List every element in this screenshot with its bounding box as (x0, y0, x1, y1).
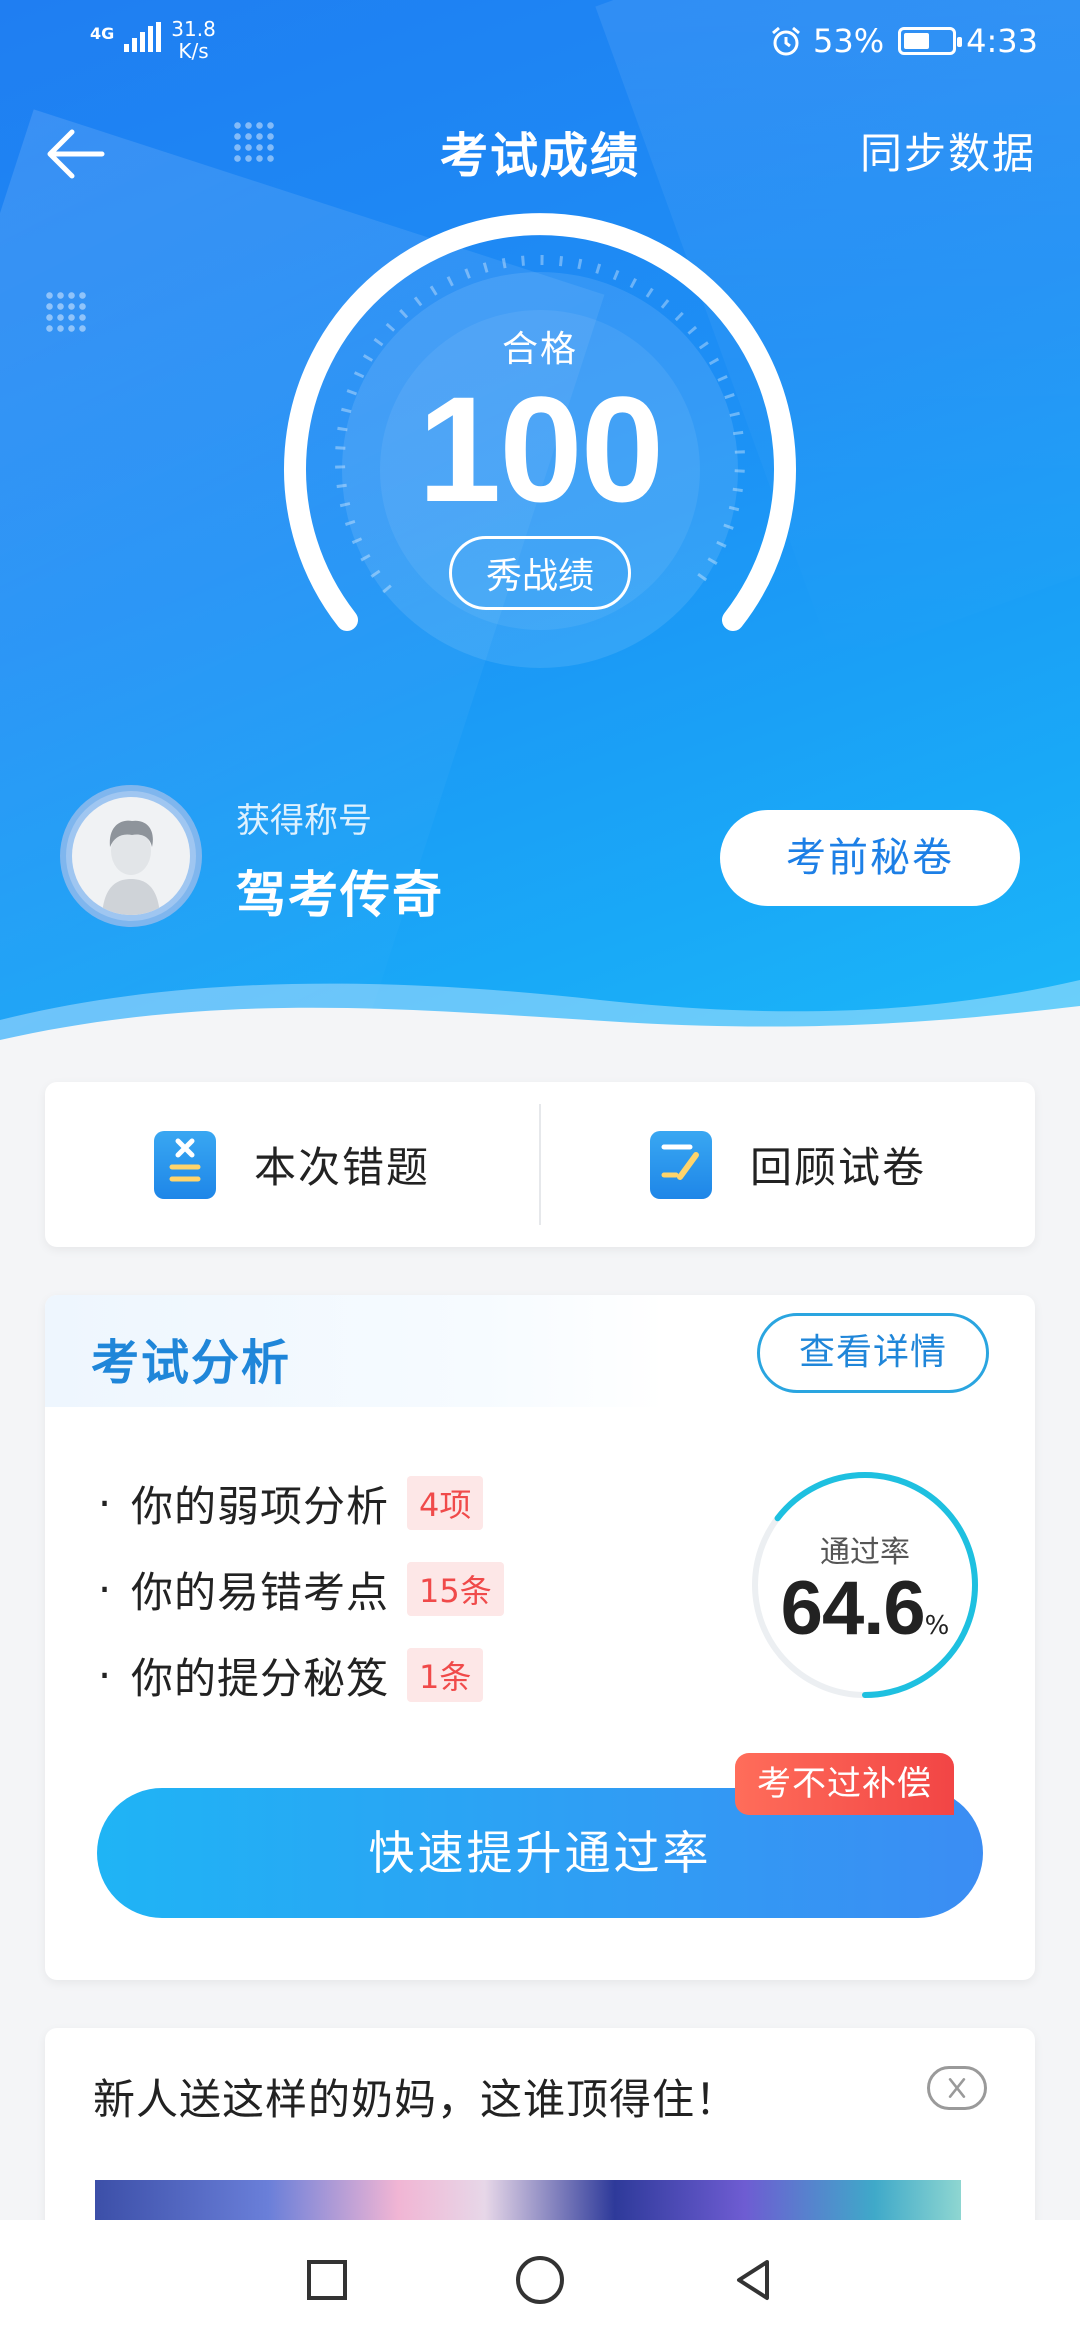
triangle-back-icon (737, 2260, 770, 2300)
ad-text: 新人送这样的奶妈，这谁顶得住！ (93, 2075, 739, 2124)
review-paper-icon (649, 1130, 712, 1199)
exam-analysis-card: 考试分析 查看详情 · 你的弱项分析 4项 · 你的易错考点 15条 · 你的提… (45, 1295, 1035, 1980)
network-type: 4G (90, 24, 115, 43)
close-ad-icon[interactable] (927, 2066, 987, 2110)
square-icon (306, 2260, 347, 2300)
recent-apps-button[interactable] (297, 2250, 357, 2310)
wrong-questions-icon (153, 1130, 216, 1199)
bullet: · (97, 1478, 113, 1528)
default-avatar-icon (102, 820, 160, 915)
wrong-questions-label: 本次错题 (253, 1143, 430, 1192)
signal-icon (124, 22, 162, 52)
analysis-list: · 你的弱项分析 4项 · 你的易错考点 15条 · 你的提分秘笈 1条 (95, 1460, 504, 1718)
pre-exam-secret-button[interactable]: 考前秘卷 (720, 810, 1020, 906)
score-value: 100 (417, 365, 664, 533)
item-label: 你的提分秘笈 (131, 1653, 390, 1703)
action-card: 本次错题 回顾试卷 (45, 1082, 1035, 1247)
item-label: 你的弱项分析 (131, 1481, 390, 1531)
list-item[interactable]: · 你的提分秘笈 1条 (95, 1632, 504, 1718)
count-badge: 15条 (407, 1562, 504, 1616)
bullet: · (97, 1650, 113, 1700)
network-speed: 31.8 K/s (171, 17, 216, 63)
share-score-button[interactable]: 秀战绩 (448, 536, 631, 610)
count-badge: 1条 (407, 1648, 484, 1702)
alarm-icon (772, 26, 800, 56)
status-bar: 4G 31.8 K/s 53% 4:33 (0, 0, 1080, 84)
dot-pattern (44, 290, 88, 334)
pass-rate-value: 64.6% (780, 1566, 950, 1651)
view-details-button[interactable]: 查看详情 (757, 1313, 989, 1393)
avatar[interactable] (60, 785, 202, 927)
top-nav: 考试成绩 同步数据 (0, 110, 1080, 190)
wrong-questions-button[interactable]: 本次错题 (45, 1082, 539, 1247)
count-badge: 4项 (407, 1476, 484, 1530)
bullet: · (97, 1564, 113, 1614)
review-paper-button[interactable]: 回顾试卷 (541, 1082, 1035, 1247)
home-button[interactable] (510, 2250, 570, 2310)
review-paper-label: 回顾试卷 (749, 1143, 926, 1192)
battery-percent: 53% (813, 22, 885, 60)
analysis-title: 考试分析 (91, 1335, 292, 1391)
circle-icon (515, 2256, 564, 2304)
title-name: 驾考传奇 (236, 866, 444, 924)
back-button[interactable] (723, 2250, 783, 2310)
score-display: 合格 100 秀战绩 (340, 320, 740, 620)
list-item[interactable]: · 你的易错考点 15条 (95, 1546, 504, 1632)
list-item[interactable]: · 你的弱项分析 4项 (95, 1460, 504, 1546)
title-caption: 获得称号 (236, 801, 372, 841)
compensation-tag: 考不过补偿 (735, 1753, 954, 1815)
item-label: 你的易错考点 (131, 1567, 390, 1617)
wave-divider (0, 980, 1080, 1080)
clock: 4:33 (966, 22, 1038, 60)
sync-data-button[interactable]: 同步数据 (860, 120, 1036, 181)
battery-icon (898, 27, 963, 55)
system-nav-bar (0, 2220, 1080, 2340)
